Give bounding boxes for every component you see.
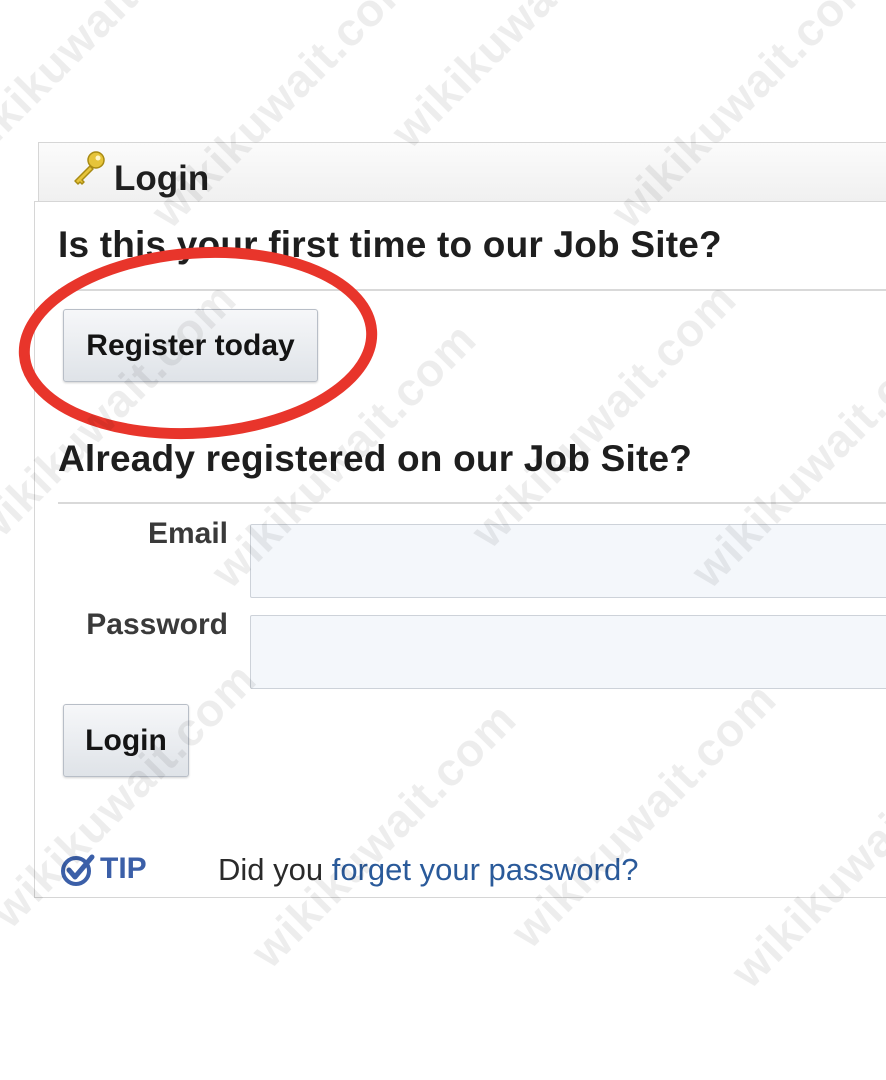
- register-today-button[interactable]: Register today: [63, 309, 318, 382]
- login-divider: [58, 502, 886, 504]
- tip-text-prefix: Did you: [218, 852, 332, 887]
- checkmark-badge-icon: [60, 852, 96, 888]
- key-icon: [69, 149, 109, 189]
- login-heading: Already registered on our Job Site?: [58, 438, 693, 479]
- watermark-text: wikikuwait.com: [380, 0, 666, 158]
- tip-text: Did you forget your password?: [218, 852, 638, 888]
- tip-row: TIP Did you forget your password?: [60, 850, 880, 894]
- register-heading: Is this your first time to our Job Site?: [58, 224, 722, 265]
- login-panel-title: Login: [114, 159, 210, 198]
- email-field[interactable]: [250, 524, 886, 598]
- tip-label: TIP: [100, 852, 147, 885]
- login-button[interactable]: Login: [63, 704, 189, 777]
- password-label: Password: [86, 608, 228, 641]
- forgot-password-link[interactable]: forget your password?: [332, 852, 639, 887]
- register-divider: [58, 289, 886, 291]
- login-panel-header: Login: [38, 142, 886, 202]
- email-label: Email: [147, 517, 228, 550]
- password-field[interactable]: [250, 615, 886, 689]
